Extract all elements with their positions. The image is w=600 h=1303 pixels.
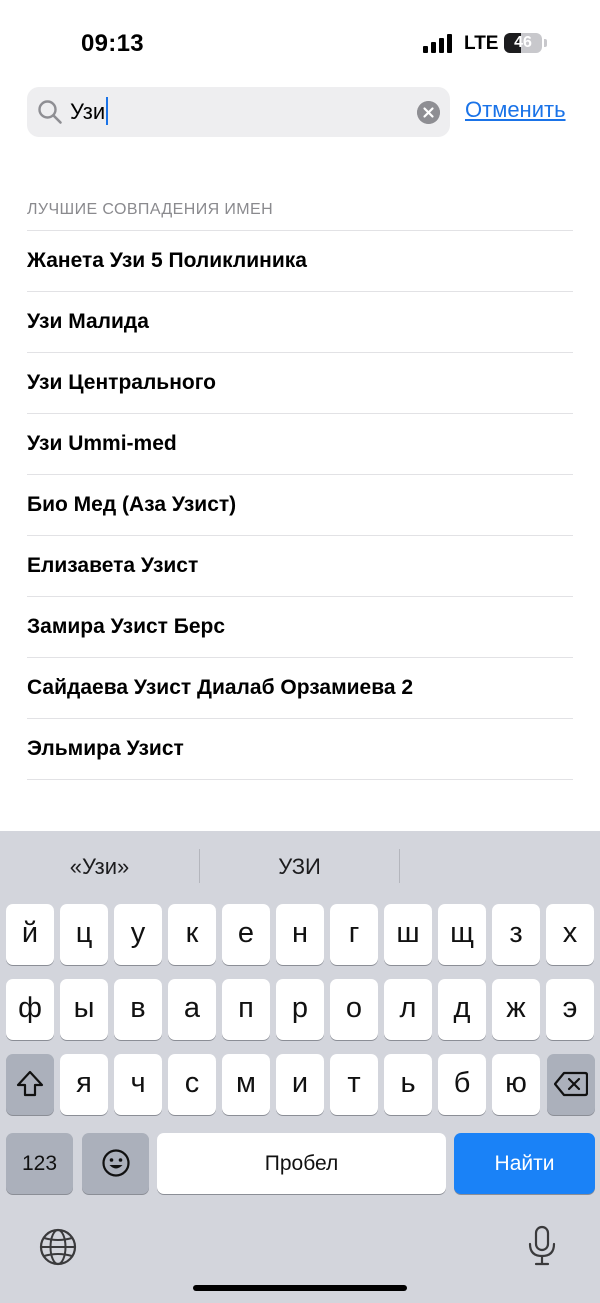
magnifier-icon [38, 100, 62, 124]
emoji-key[interactable] [82, 1133, 149, 1194]
clear-x-icon[interactable] [417, 101, 440, 124]
numbers-key[interactable]: 123 [6, 1133, 73, 1194]
key-д[interactable]: д [438, 979, 486, 1040]
key-й[interactable]: й [6, 904, 54, 965]
key-о[interactable]: о [330, 979, 378, 1040]
search-go-key[interactable]: Найти [454, 1133, 595, 1194]
network-type: LTE [464, 33, 499, 54]
result-label: Елизавета Узист [27, 554, 199, 577]
result-label: Узи Центрального [27, 371, 217, 394]
results-list: Жанета Узи 5 Поликлиника Узи Малида Узи … [27, 230, 573, 780]
emoji-face-icon [101, 1149, 130, 1177]
status-bar: 09:13 LTE 46 [0, 0, 600, 86]
cellular-signal-icon [423, 34, 452, 53]
search-field[interactable]: Узи [27, 87, 450, 137]
key-л[interactable]: л [384, 979, 432, 1040]
result-label: Эльмира Узист [27, 737, 184, 760]
key-б[interactable]: б [438, 1054, 486, 1115]
space-key[interactable]: Пробел [157, 1133, 446, 1194]
text-caret [106, 97, 109, 126]
backspace-icon [553, 1071, 589, 1097]
status-time: 09:13 [81, 30, 144, 57]
search-query: Узи [70, 99, 106, 124]
key-ж[interactable]: ж [492, 979, 540, 1040]
result-item[interactable]: Жанета Узи 5 Поликлиника [27, 230, 573, 291]
section-header: ЛУЧШИЕ СОВПАДЕНИЯ ИМЕН [27, 201, 274, 218]
result-label: Сайдаева Узист Диалаб Орзамиева 2 [27, 676, 414, 699]
key-т[interactable]: т [330, 1054, 378, 1115]
result-item[interactable]: Елизавета Узист [27, 535, 573, 596]
key-е[interactable]: е [222, 904, 270, 965]
key-г[interactable]: г [330, 904, 378, 965]
key-в[interactable]: в [114, 979, 162, 1040]
home-indicator [193, 1285, 407, 1291]
microphone-icon[interactable] [526, 1225, 558, 1267]
key-п[interactable]: п [222, 979, 270, 1040]
delete-key[interactable] [547, 1054, 595, 1115]
result-label: Узи Малида [27, 310, 149, 333]
key-ц[interactable]: ц [60, 904, 108, 965]
result-item[interactable]: Био Мед (Аза Узист) [27, 474, 573, 535]
key-э[interactable]: э [546, 979, 594, 1040]
key-з[interactable]: з [492, 904, 540, 965]
battery-cap [544, 39, 547, 47]
key-я[interactable]: я [60, 1054, 108, 1115]
result-item[interactable]: Эльмира Узист [27, 718, 573, 780]
suggestion-bar: «Узи» УЗИ [0, 831, 600, 903]
suggestion-3[interactable] [400, 831, 600, 903]
cancel-button[interactable]: Отменить [465, 97, 566, 123]
result-item[interactable]: Узи Центрального [27, 352, 573, 413]
result-item[interactable]: Сайдаева Узист Диалаб Орзамиева 2 [27, 657, 573, 718]
key-м[interactable]: м [222, 1054, 270, 1115]
key-ч[interactable]: ч [114, 1054, 162, 1115]
suggestion-2[interactable]: УЗИ [200, 831, 399, 903]
key-щ[interactable]: щ [438, 904, 486, 965]
result-label: Жанета Узи 5 Поликлиника [27, 249, 307, 272]
key-ю[interactable]: ю [492, 1054, 540, 1115]
result-item[interactable]: Узи Малида [27, 291, 573, 352]
result-item[interactable]: Узи Ummi-med [27, 413, 573, 474]
shift-arrow-icon [16, 1070, 44, 1097]
key-н[interactable]: н [276, 904, 324, 965]
keyboard: «Узи» УЗИ йцукенгшщзх фывапролджэ ячсмит… [0, 831, 600, 1303]
key-к[interactable]: к [168, 904, 216, 965]
key-ь[interactable]: ь [384, 1054, 432, 1115]
battery-icon: 46 [504, 33, 542, 53]
key-ф[interactable]: ф [6, 979, 54, 1040]
key-и[interactable]: и [276, 1054, 324, 1115]
key-х[interactable]: х [546, 904, 594, 965]
key-у[interactable]: у [114, 904, 162, 965]
suggestion-1[interactable]: «Узи» [0, 831, 199, 903]
key-с[interactable]: с [168, 1054, 216, 1115]
result-label: Замира Узист Берс [27, 615, 226, 638]
key-а[interactable]: а [168, 979, 216, 1040]
result-item[interactable]: Замира Узист Берс [27, 596, 573, 657]
result-label: Узи Ummi-med [27, 432, 177, 455]
key-ы[interactable]: ы [60, 979, 108, 1040]
key-ш[interactable]: ш [384, 904, 432, 965]
battery-level: 46 [514, 34, 532, 51]
search-input[interactable]: Узи [70, 87, 109, 137]
key-р[interactable]: р [276, 979, 324, 1040]
result-label: Био Мед (Аза Узист) [27, 493, 237, 516]
shift-key[interactable] [6, 1054, 54, 1115]
globe-icon[interactable] [38, 1227, 78, 1267]
